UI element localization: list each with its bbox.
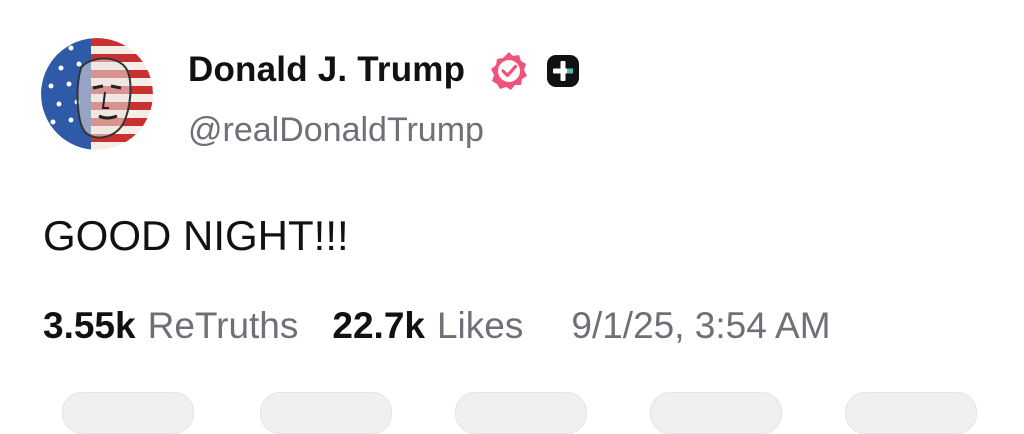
user-handle[interactable]: @realDonaldTrump [188,108,484,152]
post-stats: 3.55k ReTruths 22.7k Likes 9/1/25, 3:54 … [43,300,831,352]
truth-plus-badge-icon [545,53,581,89]
retruths-label[interactable]: ReTruths [148,300,299,352]
retruth-button[interactable] [260,392,392,434]
retruths-count[interactable]: 3.55k [43,300,136,352]
likes-count[interactable]: 22.7k [332,300,425,352]
post-timestamp: 9/1/25, 3:54 AM [571,305,831,346]
verified-badge-icon [488,50,530,92]
action-bar [0,388,1024,434]
likes-label[interactable]: Likes [437,300,523,352]
display-name[interactable]: Donald J. Trump [188,48,465,92]
avatar[interactable] [41,38,153,150]
post-text: GOOD NIGHT!!! [43,212,349,259]
more-button[interactable] [845,392,977,434]
share-button[interactable] [650,392,782,434]
flag-portrait-icon [41,38,153,150]
reply-button[interactable] [62,392,194,434]
post-card: Donald J. Trump @realDonaldTrump GOOD NI… [0,0,1024,434]
like-button[interactable] [455,392,587,434]
